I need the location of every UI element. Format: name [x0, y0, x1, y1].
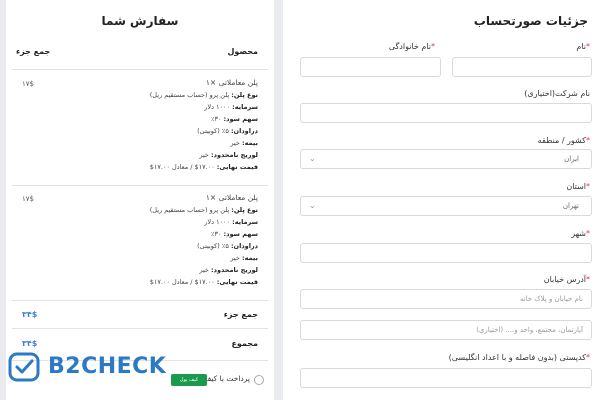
- first-name-label: *نام: [576, 42, 590, 51]
- address2-input[interactable]: [301, 321, 591, 339]
- postcode-input[interactable]: [301, 369, 591, 387]
- item-capital: سرمایه: ۱۰۰۰ دلار: [204, 103, 258, 111]
- company-input[interactable]: [301, 104, 591, 122]
- postcode-label: *کدپستی (بدون فاصله و با اعداد انگلیسی): [448, 353, 590, 362]
- item-final-price: قیمت نهایی: ۱۷.۰۰$ / معادل ۱۷.۰۰$: [149, 163, 258, 171]
- item-unlimited: لوریج نامحدود: خیر: [199, 151, 258, 159]
- last-name-input[interactable]: [301, 58, 440, 76]
- last-name-field[interactable]: [300, 57, 441, 77]
- order-item: پلن معاملاتی ×۱ نوع پلن: پلن پرو (حساب م…: [78, 193, 258, 290]
- item-insurance: بیمه: خیر: [230, 139, 258, 147]
- subtotal-label: جمع جزء: [223, 310, 258, 319]
- chevron-down-icon: ⌄: [309, 201, 316, 210]
- divider: [12, 69, 268, 70]
- billing-title: جزئیات صورتحساب: [473, 14, 588, 28]
- brand-logo-text: B2CHECK: [48, 354, 167, 379]
- city-input[interactable]: [301, 244, 591, 262]
- city-field[interactable]: [300, 243, 592, 263]
- address2-field[interactable]: [300, 320, 592, 340]
- address-label: *آدرس خیابان: [543, 275, 590, 284]
- total-label: مجموع: [231, 339, 258, 348]
- country-label: *کشور / منطقه: [537, 136, 590, 145]
- state-select[interactable]: تهران ⌄: [300, 196, 592, 216]
- order-panel: سفارش شما محصول جمع جزء پلن معاملاتی ×۱ …: [6, 0, 274, 400]
- item-insurance: بیمه: خیر: [230, 254, 258, 262]
- company-label: نام شرکت(اختیاری): [524, 89, 590, 98]
- item-profit: سهم سود: ۳۰٪: [210, 115, 258, 123]
- wallet-badge: کیف پول: [171, 374, 207, 386]
- col-product-header: محصول: [227, 47, 258, 56]
- item-capital: سرمایه: ۱۰۰۰ دلار: [204, 218, 258, 226]
- first-name-input[interactable]: [453, 58, 591, 76]
- item-plan: نوع پلن: پلن پرو (حساب مستقیم ریل): [149, 91, 258, 99]
- divider: [12, 300, 268, 301]
- divider: [12, 185, 268, 186]
- item-final-price: قیمت نهایی: ۱۷.۰۰$ / معادل ۱۷.۰۰$: [149, 278, 258, 286]
- item-price: ۱۷$: [22, 80, 34, 88]
- col-subtotal-header: جمع جزء: [16, 47, 51, 56]
- item-plan: نوع پلن: پلن پرو (حساب مستقیم ریل): [149, 206, 258, 214]
- postcode-field[interactable]: [300, 368, 592, 388]
- item-name: پلن معاملاتی ×۱: [205, 78, 258, 87]
- city-label: *شهر: [571, 229, 590, 238]
- company-field[interactable]: [300, 103, 592, 123]
- item-price: ۱۷$: [22, 195, 34, 203]
- last-name-label: *نام خانوادگی: [388, 42, 435, 51]
- first-name-field[interactable]: [452, 57, 592, 77]
- billing-panel: جزئیات صورتحساب *نام *نام خانوادگی نام ش…: [283, 0, 600, 400]
- order-item: پلن معاملاتی ×۱ نوع پلن: پلن پرو (حساب م…: [78, 78, 258, 175]
- total-value: ۳۴$: [22, 339, 38, 348]
- subtotal-value: ۳۴$: [22, 310, 38, 319]
- state-value: تهران: [562, 202, 579, 210]
- item-drawdown: دراودان: ۵٪ (کوبیتی): [197, 127, 258, 135]
- country-value: ایران: [564, 155, 579, 163]
- state-label: *استان: [566, 182, 590, 191]
- divider: [12, 328, 268, 329]
- wallet-radio[interactable]: [254, 375, 264, 385]
- address1-input[interactable]: [301, 290, 591, 308]
- brand-logo: B2CHECK: [8, 352, 166, 382]
- chevron-down-icon: ⌄: [309, 154, 316, 163]
- item-unlimited: لوریج نامحدود: خیر: [199, 266, 258, 274]
- item-drawdown: دراودان: ۵٪ (کوبیتی): [197, 242, 258, 250]
- shield-check-icon: [8, 352, 40, 382]
- item-profit: سهم سود: ۳۰٪: [210, 230, 258, 238]
- address1-field[interactable]: [300, 289, 592, 309]
- order-title: سفارش شما: [101, 14, 179, 28]
- country-select[interactable]: ایران ⌄: [300, 149, 592, 169]
- item-name: پلن معاملاتی ×۱: [205, 193, 258, 202]
